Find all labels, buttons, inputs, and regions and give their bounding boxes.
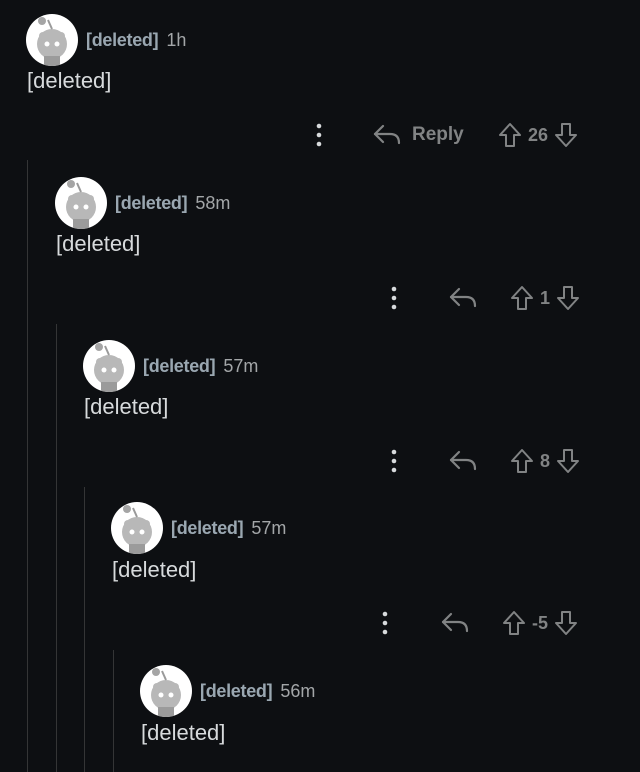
comment-body: [deleted] [56, 231, 141, 256]
upvote-icon[interactable] [502, 610, 526, 636]
vote-controls: -5 [502, 608, 578, 638]
vote-score: 26 [528, 124, 549, 145]
reply-arrow-icon [448, 449, 478, 473]
comment-author[interactable]: [deleted] [115, 193, 188, 214]
comment-author[interactable]: [deleted] [171, 518, 244, 539]
comment-body: [deleted] [27, 68, 112, 93]
comment-header: [deleted] 56m [140, 664, 315, 718]
snoo-avatar-icon[interactable] [111, 502, 163, 554]
vote-controls: 26 [498, 120, 578, 150]
more-options-icon[interactable] [386, 283, 402, 313]
comment-body: [deleted] [84, 394, 169, 419]
comment-header: [deleted] 1h [26, 13, 186, 67]
downvote-icon[interactable] [554, 610, 578, 636]
comment-author[interactable]: [deleted] [86, 30, 159, 51]
comment-actions: 1 [0, 283, 640, 313]
reply-button[interactable]: Reply [372, 120, 464, 150]
snoo-avatar-icon[interactable] [55, 177, 107, 229]
vote-score: 8 [540, 450, 551, 471]
reply-arrow-icon [372, 123, 402, 147]
comment-author[interactable]: [deleted] [143, 356, 216, 377]
snoo-avatar-icon[interactable] [140, 665, 192, 717]
more-options-icon[interactable] [377, 608, 393, 638]
comment-age: 57m [251, 517, 287, 538]
snoo-avatar-icon[interactable] [26, 14, 78, 66]
comment-header: [deleted] 57m [111, 501, 286, 555]
downvote-icon[interactable] [554, 122, 578, 148]
comment-header: [deleted] 57m [83, 339, 258, 393]
snoo-avatar-icon[interactable] [83, 340, 135, 392]
reply-label: Reply [412, 124, 464, 145]
comment-age: 1h [166, 29, 187, 50]
vote-score: 1 [540, 287, 551, 308]
thread-line-4[interactable] [113, 650, 114, 772]
upvote-icon[interactable] [510, 285, 534, 311]
comment-thread: [deleted] 1h [deleted] Reply 26 [deleted… [0, 0, 640, 772]
comment-age: 58m [195, 192, 231, 213]
reply-button[interactable] [448, 446, 478, 476]
comment-header: [deleted] 58m [55, 176, 230, 230]
reply-arrow-icon [448, 286, 478, 310]
upvote-icon[interactable] [498, 122, 522, 148]
comment-actions: -5 [0, 608, 640, 638]
upvote-icon[interactable] [510, 448, 534, 474]
comment-actions: Reply 26 [0, 120, 640, 150]
downvote-icon[interactable] [556, 285, 580, 311]
vote-controls: 8 [510, 446, 580, 476]
reply-button[interactable] [440, 608, 470, 638]
comment-body: [deleted] [112, 557, 197, 582]
reply-button[interactable] [448, 283, 478, 313]
downvote-icon[interactable] [556, 448, 580, 474]
comment-body: [deleted] [141, 720, 226, 745]
vote-controls: 1 [510, 283, 580, 313]
comment-age: 56m [280, 680, 316, 701]
reply-arrow-icon [440, 611, 470, 635]
comment-actions: 8 [0, 446, 640, 476]
thread-line-2[interactable] [56, 324, 57, 772]
more-options-icon[interactable] [311, 120, 327, 150]
vote-score: -5 [532, 612, 549, 633]
comment-author[interactable]: [deleted] [200, 681, 273, 702]
more-options-icon[interactable] [386, 446, 402, 476]
comment-age: 57m [223, 355, 259, 376]
